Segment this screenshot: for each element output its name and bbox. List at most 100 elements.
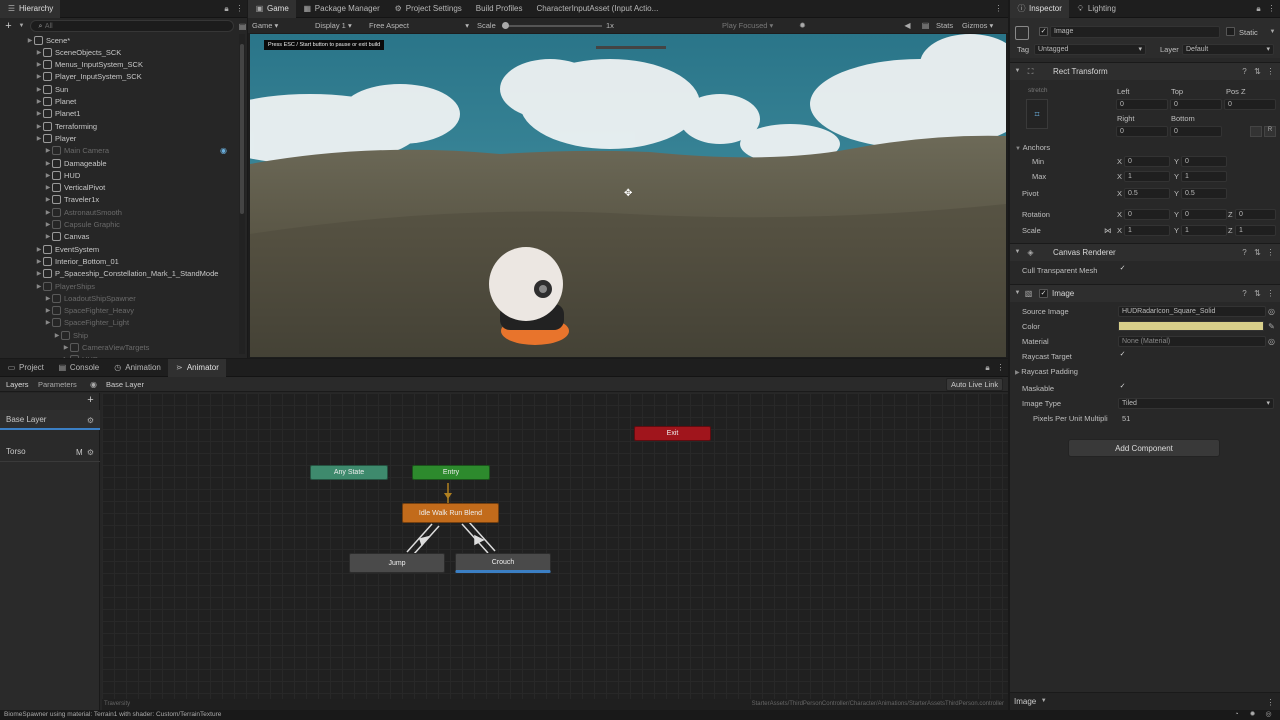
pivot-x-field[interactable]: 0.5 bbox=[1124, 188, 1170, 199]
tab-hierarchy[interactable]: ☰ Hierarchy bbox=[0, 0, 61, 18]
hierarchy-item[interactable]: ▶ Planet1 bbox=[0, 108, 230, 120]
kebab-menu-icon[interactable]: ⋮ bbox=[994, 4, 1003, 13]
hierarchy-item[interactable]: ▶ PlayerShips bbox=[0, 280, 230, 292]
expand-arrow-icon[interactable]: ▶ bbox=[44, 209, 52, 216]
min-y-field[interactable]: 0 bbox=[1181, 156, 1227, 167]
speaker-icon[interactable]: ◀ bbox=[903, 21, 912, 30]
help-icon[interactable]: ? bbox=[1240, 248, 1249, 257]
pivot-y-field[interactable]: 0.5 bbox=[1181, 188, 1227, 199]
maskable-checkbox[interactable]: ✓ bbox=[1118, 383, 1127, 392]
anchors-row[interactable]: ▼ Anchors bbox=[1015, 143, 1050, 152]
hierarchy-item[interactable]: ▶ Planet bbox=[0, 96, 230, 108]
add-icon[interactable]: + bbox=[4, 20, 13, 31]
expand-arrow-icon[interactable]: ▶ bbox=[35, 258, 43, 265]
dropdown-arrow-icon[interactable]: ▼ bbox=[1268, 28, 1277, 37]
constrain-proportions-icon[interactable]: ⋈ bbox=[1104, 226, 1112, 235]
tab-build-profiles[interactable]: Build Profiles bbox=[469, 0, 530, 18]
hierarchy-item[interactable]: ▶ AstronautSmooth bbox=[0, 206, 230, 218]
expand-arrow-icon[interactable]: ▶ bbox=[53, 332, 61, 339]
expand-arrow-icon[interactable]: ▶ bbox=[44, 233, 52, 240]
hierarchy-item[interactable]: ▶ Interior_Bottom_01 bbox=[0, 255, 230, 267]
layer-torso[interactable]: Torso M ⚙ bbox=[0, 442, 100, 462]
jump-state-node[interactable]: Jump bbox=[349, 553, 445, 573]
hierarchy-item[interactable]: ▶ LoadoutShipSpawner bbox=[0, 292, 230, 304]
dropdown-arrow-icon[interactable]: ▼ bbox=[17, 22, 26, 31]
raycast-target-checkbox[interactable]: ✓ bbox=[1118, 351, 1127, 360]
hierarchy-item[interactable]: ▶ Traveler1x bbox=[0, 194, 230, 206]
max-x-field[interactable]: 1 bbox=[1124, 171, 1170, 182]
hierarchy-item[interactable]: ▶ Player_InputSystem_SCK bbox=[0, 71, 230, 83]
stats-button[interactable]: Stats bbox=[936, 21, 953, 30]
scale-slider[interactable] bbox=[502, 22, 602, 29]
scale-z-field[interactable]: 1 bbox=[1235, 225, 1276, 236]
dropdown-arrow-icon[interactable]: ▼ bbox=[1039, 697, 1048, 706]
hierarchy-item[interactable]: ▶ Canvas bbox=[0, 231, 230, 243]
preset-icon[interactable]: ⇅ bbox=[1253, 289, 1262, 298]
tab-console[interactable]: ▤ Console bbox=[51, 359, 106, 377]
hierarchy-scrollbar[interactable] bbox=[239, 34, 245, 354]
ppu-value[interactable]: 51 bbox=[1122, 414, 1130, 423]
layout-icon[interactable]: ▤ bbox=[921, 21, 930, 30]
hierarchy-item[interactable]: ▶ P_Spaceship_Constellation_Mark_1_StandM… bbox=[0, 268, 230, 280]
min-x-field[interactable]: 0 bbox=[1124, 156, 1170, 167]
image-component-header[interactable]: ▼ ▧ ✓ Image ? ⇅ ⋮ bbox=[1010, 284, 1280, 302]
help-icon[interactable]: ? bbox=[1240, 67, 1249, 76]
image-enabled-checkbox[interactable]: ✓ bbox=[1039, 289, 1048, 298]
status-message[interactable]: BiomeSpawner using material: Terrain1 wi… bbox=[4, 711, 221, 718]
hierarchy-item[interactable]: ▶ Main Camera bbox=[0, 145, 230, 157]
play-focused-dropdown[interactable]: Play Focused ▾ bbox=[722, 21, 773, 30]
raycast-padding-row[interactable]: ▶ Raycast Padding bbox=[1015, 367, 1078, 376]
expand-arrow-icon[interactable]: ▶ bbox=[35, 135, 43, 142]
state-machine-graph[interactable]: Exit Any State Entry Idle Walk Run Blend… bbox=[102, 393, 1008, 699]
preset-icon[interactable]: ⇅ bbox=[1253, 248, 1262, 257]
add-component-button[interactable]: Add Component bbox=[1068, 439, 1220, 457]
progress-icon[interactable]: ◔ bbox=[1232, 710, 1241, 719]
right-field[interactable]: 0 bbox=[1116, 126, 1168, 137]
rect-transform-header[interactable]: ▼ ⛶ Rect Transform ? ⇅ ⋮ bbox=[1010, 62, 1280, 80]
bottom-field[interactable]: 0 bbox=[1170, 126, 1222, 137]
rot-x-field[interactable]: 0 bbox=[1124, 209, 1170, 220]
layers-tab[interactable]: Layers bbox=[6, 380, 29, 389]
top-field[interactable]: 0 bbox=[1170, 99, 1222, 110]
scale-slider-thumb[interactable] bbox=[502, 22, 509, 29]
debug-icon[interactable]: ✹ bbox=[1248, 710, 1257, 719]
expand-arrow-icon[interactable]: ▶ bbox=[35, 86, 43, 93]
hierarchy-item[interactable]: ▶ Damageable bbox=[0, 157, 230, 169]
kebab-menu-icon[interactable]: ⋮ bbox=[1267, 4, 1276, 13]
expand-arrow-icon[interactable]: ▶ bbox=[62, 344, 70, 351]
kebab-menu-icon[interactable]: ⋮ bbox=[1266, 67, 1275, 76]
crouch-state-node[interactable]: Crouch bbox=[455, 553, 551, 573]
expand-arrow-icon[interactable]: ▶ bbox=[44, 184, 52, 191]
expand-arrow-icon[interactable]: ▶ bbox=[35, 110, 43, 117]
expand-arrow-icon[interactable]: ▶ bbox=[44, 307, 52, 314]
game-viewport[interactable]: Press ESC / Start button to pause or exi… bbox=[250, 34, 1006, 357]
hierarchy-item[interactable]: ▶ SpaceFighter_Light bbox=[0, 317, 230, 329]
lock-icon[interactable]: 🔒︎ bbox=[1254, 4, 1263, 13]
expand-arrow-icon[interactable]: ▶ bbox=[44, 147, 52, 154]
hierarchy-item[interactable]: ▶ EventSystem bbox=[0, 243, 230, 255]
tag-dropdown[interactable]: Untagged ▾ bbox=[1034, 44, 1146, 55]
filter-icon[interactable]: ▤ bbox=[238, 22, 247, 31]
lock-icon[interactable]: 🔒︎ bbox=[222, 4, 231, 13]
camera-visibility-icon[interactable]: ◉ bbox=[219, 146, 228, 155]
notifications-icon[interactable]: ◎ bbox=[1264, 710, 1273, 719]
breadcrumb[interactable]: Base Layer bbox=[106, 380, 144, 389]
any-state-node[interactable]: Any State bbox=[310, 465, 388, 480]
canvas-renderer-header[interactable]: ▼ ◈ Canvas Renderer ? ⇅ ⋮ bbox=[1010, 243, 1280, 261]
tab-project-settings[interactable]: ⚙ Project Settings bbox=[387, 0, 469, 18]
expand-arrow-icon[interactable]: ▶ bbox=[35, 283, 43, 290]
rot-z-field[interactable]: 0 bbox=[1235, 209, 1276, 220]
hierarchy-item[interactable]: ▶ VerticalPivot bbox=[0, 182, 230, 194]
hierarchy-item[interactable]: ▶HUD bbox=[0, 354, 230, 358]
static-checkbox[interactable] bbox=[1226, 27, 1235, 36]
entry-node[interactable]: Entry bbox=[412, 465, 490, 480]
hierarchy-item[interactable]: ▶ Terraforming bbox=[0, 120, 230, 132]
expand-arrow-icon[interactable]: ▶ bbox=[44, 295, 52, 302]
expand-arrow-icon[interactable]: ▶ bbox=[44, 160, 52, 167]
tab-package-manager[interactable]: ▦ Package Manager bbox=[296, 0, 387, 18]
left-field[interactable]: 0 bbox=[1116, 99, 1168, 110]
scrollbar-thumb[interactable] bbox=[240, 44, 244, 214]
kebab-menu-icon[interactable]: ⋮ bbox=[1266, 289, 1275, 298]
auto-live-link-button[interactable]: Auto Live Link bbox=[946, 378, 1004, 391]
hierarchy-item[interactable]: ▶ Capsule Graphic bbox=[0, 219, 230, 231]
